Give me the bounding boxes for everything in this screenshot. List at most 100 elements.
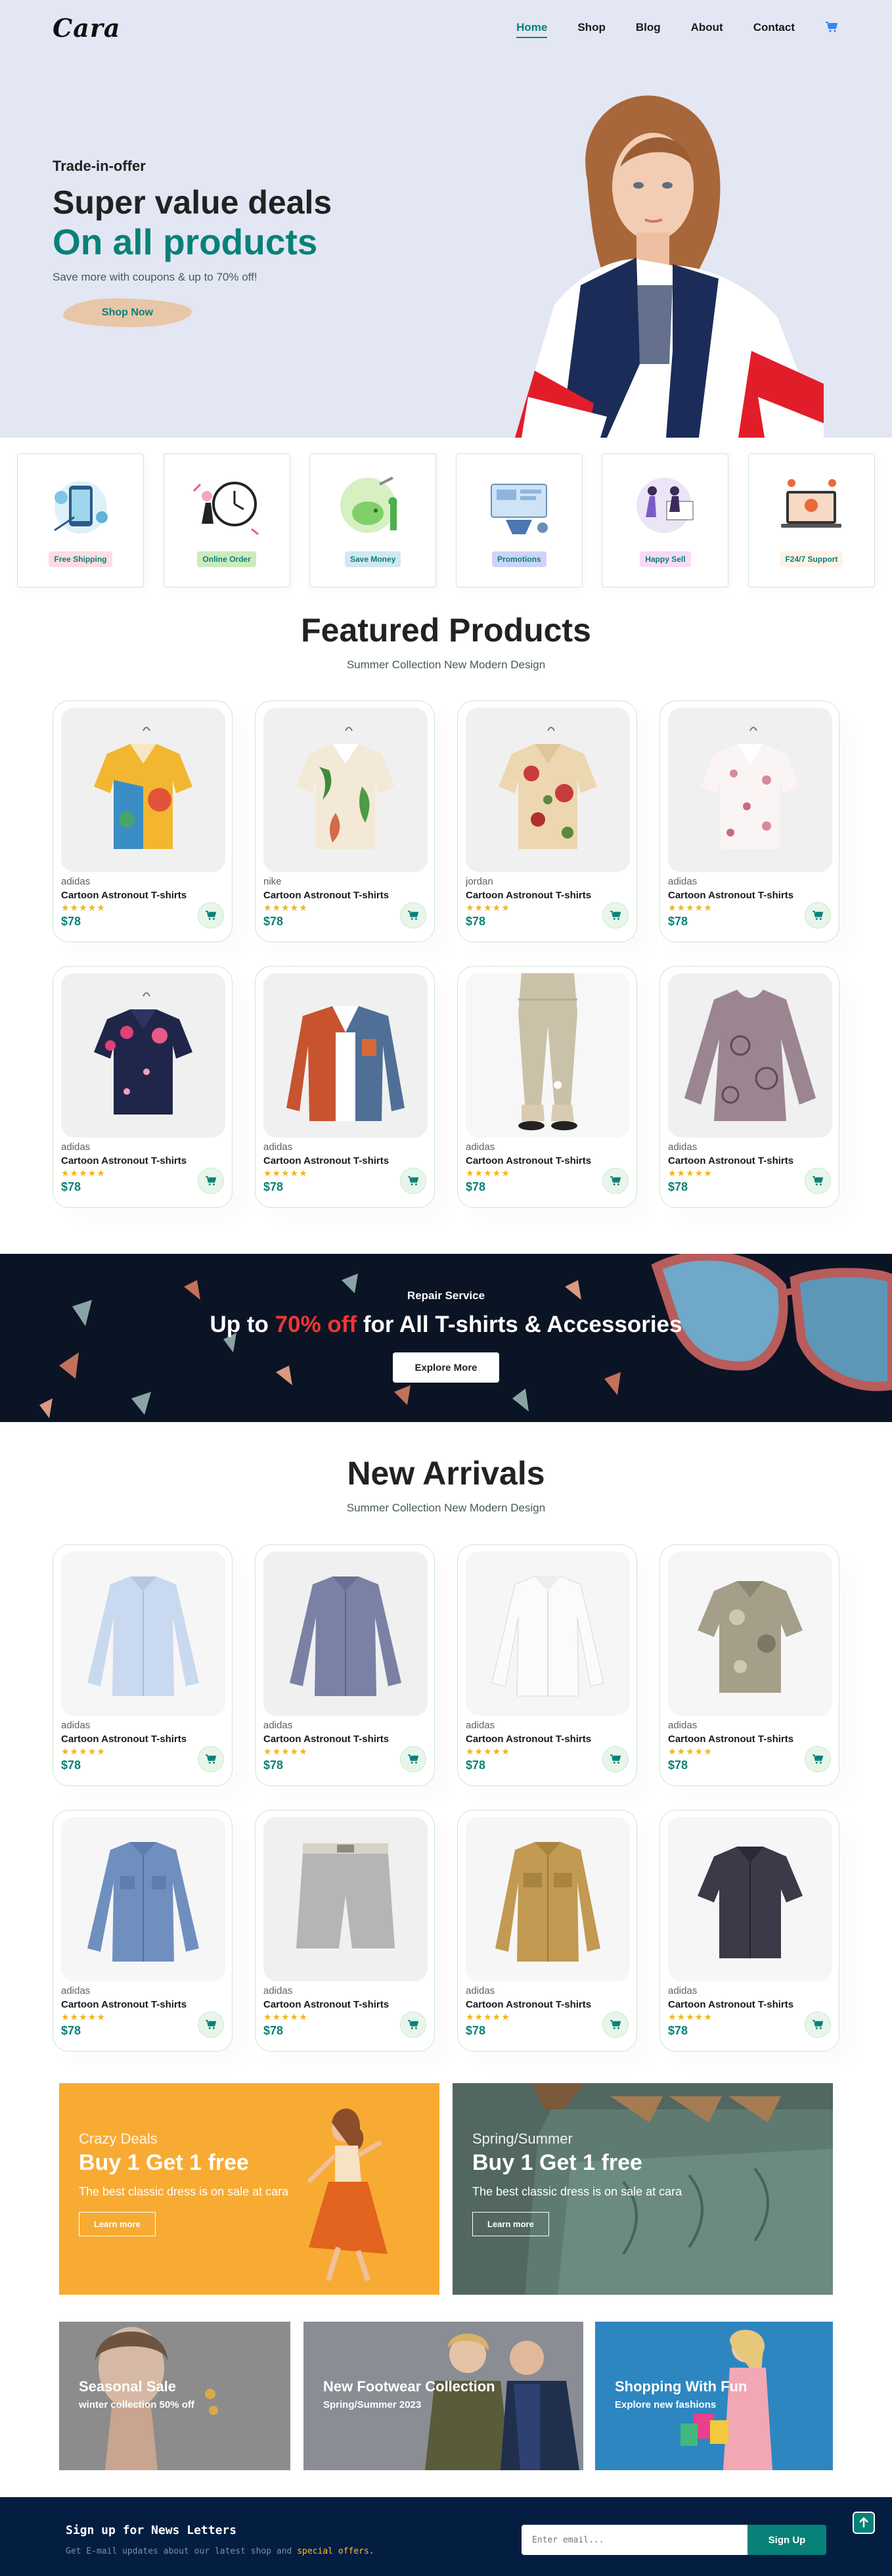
newsletter-title: Sign up for News Letters [66, 2523, 237, 2537]
product-image[interactable] [668, 1552, 832, 1716]
add-to-cart-button[interactable] [602, 902, 629, 929]
save-money-illustration-icon [340, 476, 397, 533]
add-to-cart-button[interactable] [198, 1168, 224, 1194]
product-card[interactable]: adidas Cartoon Astronout T-shirts ★★★★★ … [659, 1544, 839, 1786]
add-to-cart-button[interactable] [602, 1746, 629, 1772]
add-to-cart-button[interactable] [805, 902, 831, 929]
cart-icon [408, 1754, 419, 1764]
seasonal-sale-banner[interactable]: Seasonal Sale winter collection 50% off [59, 2322, 290, 2470]
product-name: Cartoon Astronout T-shirts [668, 1999, 794, 2010]
product-image[interactable] [466, 973, 630, 1138]
explore-more-button[interactable]: Explore More [393, 1352, 499, 1383]
scroll-to-top-button[interactable] [853, 2512, 875, 2534]
feature-free-shipping[interactable]: Free Shipping [17, 453, 144, 587]
add-to-cart-button[interactable] [805, 1746, 831, 1772]
shopping-fun-banner[interactable]: Shopping With Fun Explore new fashions [595, 2322, 833, 2470]
product-brand: adidas [61, 1985, 91, 1996]
product-image[interactable] [466, 1552, 630, 1716]
product-image[interactable] [263, 973, 428, 1138]
banner-subtitle: Explore new fashions [615, 2399, 717, 2410]
product-card[interactable]: nike Cartoon Astronout T-shirts ★★★★★ $7… [255, 701, 435, 942]
nav-home[interactable]: Home [516, 21, 548, 38]
product-name: Cartoon Astronout T-shirts [668, 1734, 794, 1745]
nav-contact[interactable]: Contact [753, 21, 795, 34]
feature-promotions[interactable]: Promotions [455, 453, 583, 587]
add-to-cart-button[interactable] [198, 1746, 224, 1772]
product-image[interactable] [61, 1817, 225, 1981]
feature-online-order[interactable]: Online Order [163, 453, 290, 587]
newsletter-section: Sign up for News Letters Get E-mail upda… [0, 2497, 892, 2576]
feature-happy-sell[interactable]: Happy Sell [602, 453, 729, 587]
product-brand: nike [263, 876, 282, 887]
product-card[interactable]: adidas Cartoon Astronout T-shirts ★★★★★ … [659, 1810, 839, 2052]
product-card[interactable]: adidas Cartoon Astronout T-shirts ★★★★★ … [53, 1810, 233, 2052]
cart-icon [408, 910, 419, 920]
arrow-up-icon [859, 2517, 868, 2527]
product-image[interactable] [668, 1817, 832, 1981]
add-to-cart-button[interactable] [602, 2012, 629, 2038]
promotions-illustration-icon [491, 484, 548, 534]
add-to-cart-button[interactable] [198, 2012, 224, 2038]
product-image[interactable] [263, 708, 428, 872]
product-card[interactable]: adidas Cartoon Astronout T-shirts ★★★★★ … [255, 1544, 435, 1786]
feature-label: F24/7 Support [780, 551, 843, 567]
product-image[interactable] [61, 1552, 225, 1716]
product-card[interactable]: adidas Cartoon Astronout T-shirts ★★★★★ … [659, 701, 839, 942]
cart-icon [813, 1176, 824, 1185]
product-card[interactable]: adidas Cartoon Astronout T-shirts ★★★★★ … [255, 966, 435, 1208]
hero-text-line: Save more with coupons & up to 70% off! [53, 271, 257, 283]
email-input[interactable] [522, 2525, 747, 2555]
product-card[interactable]: adidas Cartoon Astronout T-shirts ★★★★★ … [53, 966, 233, 1208]
logo[interactable]: Cara [53, 13, 121, 43]
product-card[interactable]: adidas Cartoon Astronout T-shirts ★★★★★ … [457, 1810, 637, 2052]
product-image[interactable] [61, 973, 225, 1138]
product-brand: adidas [263, 1720, 293, 1731]
feature-save-money[interactable]: Save Money [309, 453, 437, 587]
new-footwear-banner[interactable]: New Footwear Collection Spring/Summer 20… [303, 2322, 583, 2470]
nav-shop[interactable]: Shop [577, 21, 606, 34]
cart-icon [813, 910, 824, 920]
product-brand: adidas [61, 876, 91, 887]
add-to-cart-button[interactable] [400, 1746, 426, 1772]
hero-subtitle: On all products [53, 221, 318, 262]
shop-now-button[interactable]: Shop Now [63, 298, 192, 327]
product-card[interactable]: adidas Cartoon Astronout T-shirts ★★★★★ … [53, 1544, 233, 1786]
product-image[interactable] [466, 1817, 630, 1981]
product-card[interactable]: adidas Cartoon Astronout T-shirts ★★★★★ … [457, 966, 637, 1208]
product-image[interactable] [668, 708, 832, 872]
learn-more-button[interactable]: Learn more [79, 2212, 156, 2236]
add-to-cart-button[interactable] [400, 1168, 426, 1194]
product-card[interactable]: adidas Cartoon Astronout T-shirts ★★★★★ … [53, 701, 233, 942]
feature-label: Online Order [197, 551, 256, 567]
banner-title: Up to 70% off for All T-shirts & Accesso… [210, 1312, 682, 1337]
add-to-cart-button[interactable] [400, 902, 426, 929]
product-name: Cartoon Astronout T-shirts [263, 1155, 390, 1166]
add-to-cart-button[interactable] [602, 1168, 629, 1194]
product-image[interactable] [668, 973, 832, 1138]
spring-summer-banner: Spring/Summer Buy 1 Get 1 free The best … [453, 2083, 833, 2295]
product-card[interactable]: adidas Cartoon Astronout T-shirts ★★★★★ … [659, 966, 839, 1208]
add-to-cart-button[interactable] [805, 2012, 831, 2038]
learn-more-button[interactable]: Learn more [472, 2212, 549, 2236]
nav-about[interactable]: About [691, 21, 723, 34]
product-image[interactable] [263, 1552, 428, 1716]
product-card[interactable]: jordan Cartoon Astronout T-shirts ★★★★★ … [457, 701, 637, 942]
product-image[interactable] [263, 1817, 428, 1981]
cart-icon[interactable] [825, 21, 839, 34]
add-to-cart-button[interactable] [400, 2012, 426, 2038]
cart-icon [813, 1754, 824, 1764]
product-image[interactable] [61, 708, 225, 872]
confetti-background [39, 1254, 892, 1418]
add-to-cart-button[interactable] [198, 902, 224, 929]
product-name: Cartoon Astronout T-shirts [61, 1155, 187, 1166]
hero-section: Trade-in-offer Super value deals On all … [0, 55, 892, 438]
product-card[interactable]: adidas Cartoon Astronout T-shirts ★★★★★ … [457, 1544, 637, 1786]
happy-sell-illustration-icon [636, 478, 694, 533]
add-to-cart-button[interactable] [805, 1168, 831, 1194]
promo-banner: Repair Service Up to 70% off for All T-s… [0, 1254, 892, 1422]
product-image[interactable] [466, 708, 630, 872]
product-card[interactable]: adidas Cartoon Astronout T-shirts ★★★★★ … [255, 1810, 435, 2052]
feature-support[interactable]: F24/7 Support [747, 453, 875, 587]
sign-up-button[interactable]: Sign Up [747, 2525, 826, 2555]
nav-blog[interactable]: Blog [636, 21, 661, 34]
